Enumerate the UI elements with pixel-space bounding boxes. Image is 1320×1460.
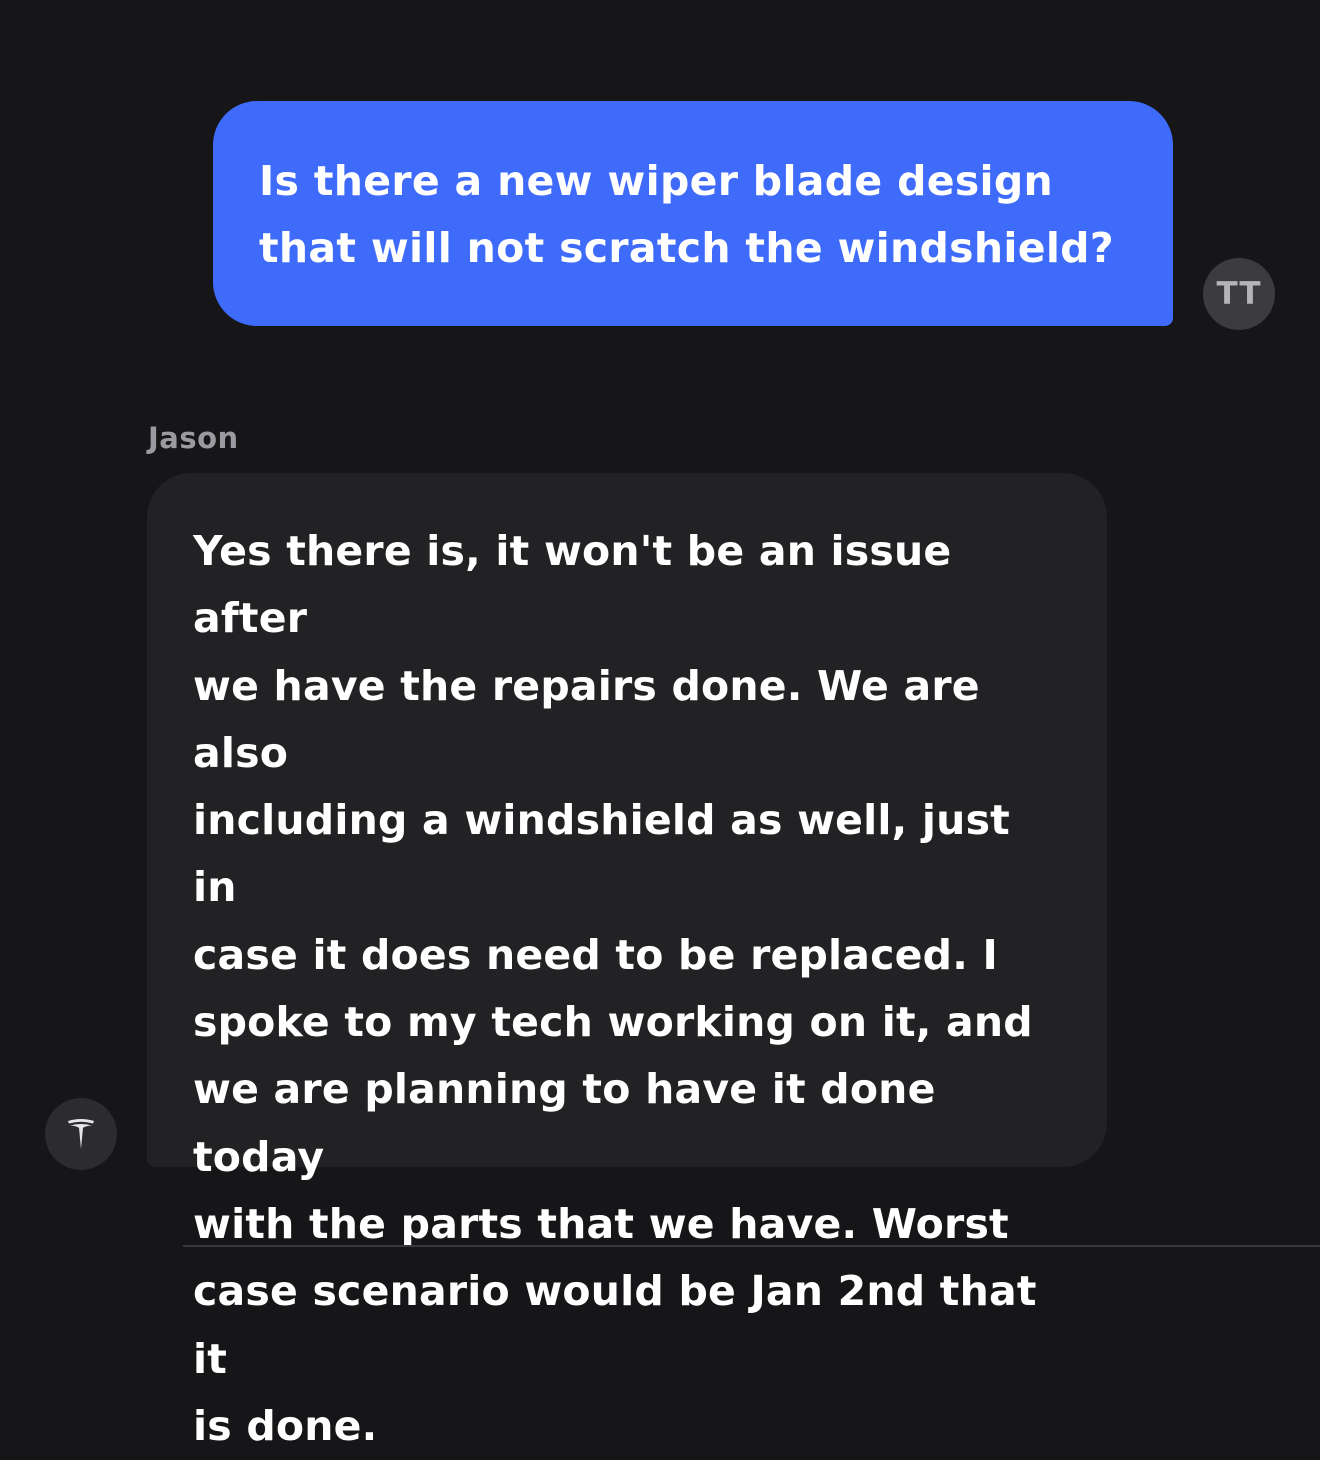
agent-avatar[interactable] — [45, 1098, 117, 1170]
user-message-text: Is there a new wiper blade design that w… — [259, 157, 1114, 272]
tesla-logo-icon — [68, 1119, 94, 1149]
user-message-bubble: Is there a new wiper blade design that w… — [213, 101, 1173, 326]
input-divider — [183, 1245, 1320, 1247]
agent-message-text: Yes there is, it won't be an issue after… — [193, 527, 1037, 1450]
user-avatar-initials: TT — [1216, 276, 1262, 312]
agent-message-bubble: Yes there is, it won't be an issue after… — [147, 473, 1107, 1450]
user-avatar[interactable]: TT — [1203, 258, 1275, 330]
agent-name: Jason — [148, 421, 239, 455]
